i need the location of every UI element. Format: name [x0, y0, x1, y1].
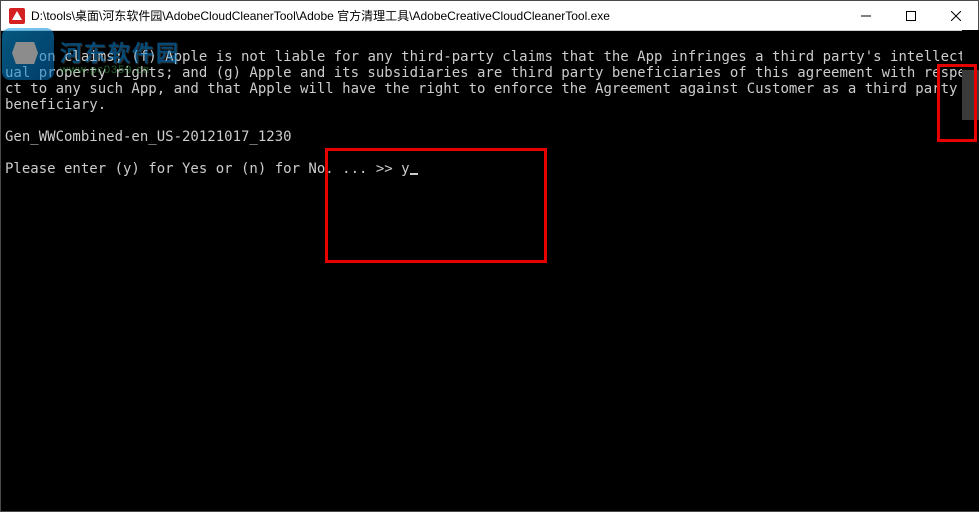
titlebar[interactable]: D:\tools\桌面\河东软件园\AdobeCloudCleanerTool\… [1, 1, 978, 31]
prompt-text: Please enter (y) for Yes or (n) for No. … [5, 161, 401, 177]
window-title: D:\tools\桌面\河东软件园\AdobeCloudCleanerTool\… [31, 7, 843, 24]
scrollbar-thumb[interactable] [962, 70, 979, 120]
maximize-button[interactable] [888, 1, 933, 30]
cursor-icon [410, 173, 418, 175]
close-button[interactable] [933, 1, 978, 30]
console-text-eula: on claims; (f) Apple is not liable for a… [5, 49, 966, 113]
console-prompt: Please enter (y) for Yes or (n) for No. … [5, 161, 418, 177]
console-area[interactable]: on claims; (f) Apple is not liable for a… [1, 31, 978, 511]
minimize-button[interactable] [843, 1, 888, 30]
app-icon [9, 8, 25, 24]
user-input: y [401, 161, 409, 177]
app-window: D:\tools\桌面\河东软件园\AdobeCloudCleanerTool\… [0, 0, 979, 512]
window-controls [843, 1, 978, 30]
console-version: Gen_WWCombined-en_US-20121017_1230 [5, 129, 292, 145]
vertical-scrollbar[interactable] [962, 30, 979, 511]
